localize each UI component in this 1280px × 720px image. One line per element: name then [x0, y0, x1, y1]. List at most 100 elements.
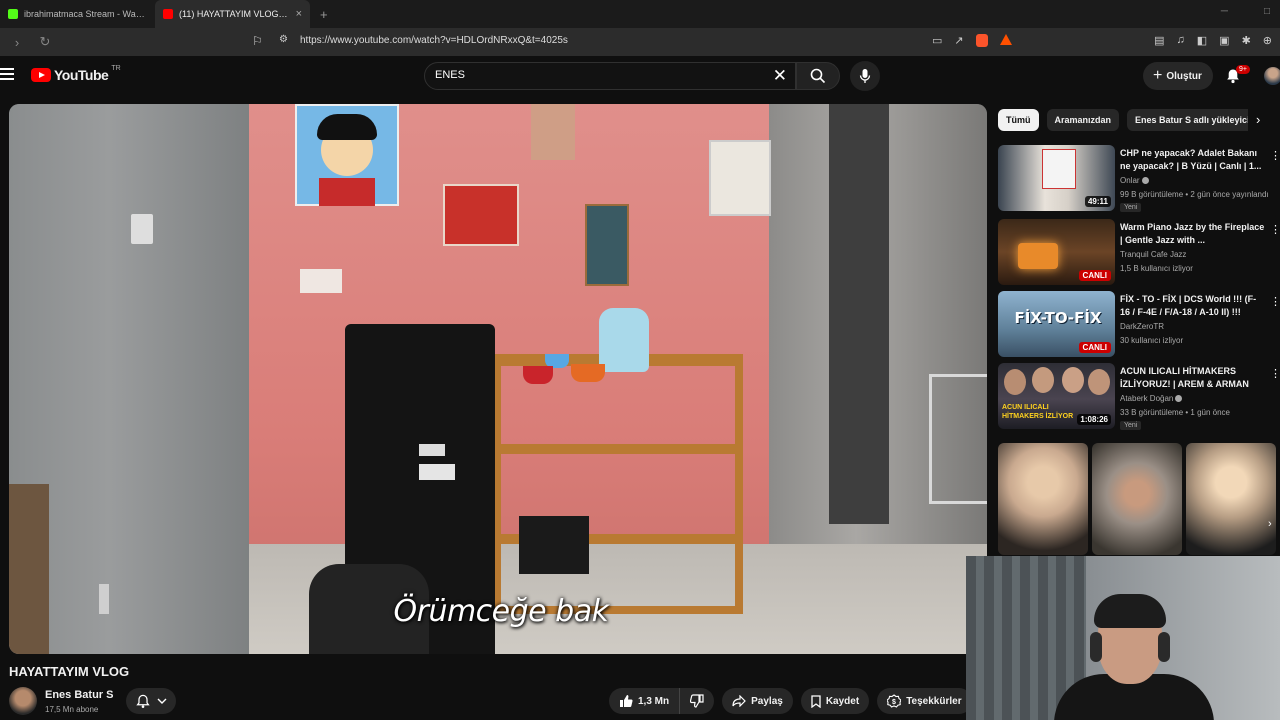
- svg-text:$: $: [892, 699, 896, 706]
- recommendation-channel[interactable]: Tranquil Cafe Jazz: [1120, 250, 1186, 259]
- chip-from-search[interactable]: Aramanızdan: [1046, 109, 1120, 131]
- media-icon[interactable]: ♫: [1177, 34, 1185, 47]
- youtube-favicon-icon: [163, 9, 173, 19]
- browser-tab-bar: ibrahimatmaca Stream - Watch L (11) HAYA…: [0, 0, 1280, 28]
- reload-icon[interactable]: ↻: [34, 34, 56, 50]
- extensions-icon[interactable]: ✱: [1242, 34, 1251, 47]
- new-tab-button[interactable]: +: [310, 7, 338, 22]
- voice-search-button[interactable]: [850, 61, 880, 91]
- recommendation-item[interactable]: ACUN ILICALI HİTMAKERS İZLİYOR 1:08:26 A…: [998, 363, 1280, 431]
- live-badge: CANLI: [1078, 342, 1111, 353]
- search-box[interactable]: ENES ✕: [424, 62, 796, 90]
- dislike-button[interactable]: [680, 688, 715, 714]
- brave-rewards-icon[interactable]: [999, 34, 1012, 45]
- recommendation-title[interactable]: ACUN ILICALI HİTMAKERS İZLİYORUZ! | AREM…: [1120, 365, 1266, 391]
- more-options-icon[interactable]: ⋮: [1270, 367, 1280, 380]
- recommendation-meta: 99 B görüntüleme • 2 gün önce yayınlandı: [1120, 190, 1269, 199]
- tab-title: (11) HAYATTAYIM VLOG - YouTub: [179, 9, 290, 19]
- video-subtitle: Örümceğe bak: [393, 594, 609, 629]
- chip-all[interactable]: Tümü: [998, 109, 1039, 131]
- thanks-button[interactable]: $ Teşekkürler: [877, 688, 972, 714]
- site-info-icon[interactable]: ⚙: [279, 34, 288, 45]
- clear-search-icon[interactable]: ✕: [773, 66, 787, 86]
- video-thumbnail[interactable]: 49:11: [998, 145, 1115, 211]
- live-badge: CANLI: [1078, 270, 1111, 281]
- video-duration: 1:08:26: [1077, 414, 1111, 425]
- share-page-icon[interactable]: ↗: [954, 34, 963, 47]
- more-options-icon[interactable]: ⋮: [1270, 223, 1280, 236]
- chip-from-uploader[interactable]: Enes Batur S adlı yükleyici: [1127, 109, 1248, 131]
- recommendation-channel[interactable]: Ataberk Doğan: [1120, 394, 1183, 403]
- hamburger-menu-icon[interactable]: [0, 68, 14, 83]
- video-frame-poster: [295, 104, 399, 206]
- create-button[interactable]: + Oluştur: [1143, 62, 1213, 90]
- video-thumbnail[interactable]: ACUN ILICALI HİTMAKERS İZLİYOR 1:08:26: [998, 363, 1115, 429]
- reader-mode-icon[interactable]: ▤: [1154, 34, 1164, 47]
- channel-name[interactable]: Enes Batur S: [45, 689, 113, 701]
- save-label: Kaydet: [825, 695, 860, 707]
- recommendation-item[interactable]: 49:11 CHP ne yapacak? Adalet Bakanı ne y…: [998, 145, 1280, 213]
- browser-tab-kick[interactable]: ibrahimatmaca Stream - Watch L: [0, 0, 155, 28]
- subscriber-count: 17,5 Mn abone: [45, 705, 99, 714]
- maximize-icon[interactable]: □: [1264, 6, 1270, 17]
- save-button[interactable]: Kaydet: [800, 688, 870, 714]
- like-button[interactable]: 1,3 Mn: [609, 688, 681, 714]
- browser-tab-youtube[interactable]: (11) HAYATTAYIM VLOG - YouTub ×: [155, 0, 310, 28]
- wallet-icon[interactable]: ▣: [1219, 34, 1229, 47]
- create-label: Oluştur: [1166, 70, 1202, 82]
- search-icon: [810, 68, 826, 84]
- bookmark-icon[interactable]: ⚐: [252, 34, 263, 48]
- search-button[interactable]: [796, 62, 840, 90]
- browser-address-bar: › ↻ ⚐ ⚙ https://www.youtube.com/watch?v=…: [0, 28, 1280, 56]
- streamer-webcam-overlay: [966, 556, 1280, 720]
- tab-title: ibrahimatmaca Stream - Watch L: [24, 9, 147, 19]
- more-options-icon[interactable]: ⋮: [1270, 295, 1280, 308]
- search-input[interactable]: ENES: [435, 69, 465, 81]
- close-tab-icon[interactable]: ×: [296, 8, 302, 20]
- chevron-right-icon[interactable]: ›: [1268, 518, 1272, 530]
- account-avatar[interactable]: [1264, 67, 1280, 85]
- recommendation-meta: 30 kullanıcı izliyor: [1120, 336, 1184, 345]
- share-label: Paylaş: [751, 695, 783, 707]
- subscription-notification-button[interactable]: [126, 688, 176, 714]
- thumbs-down-icon: [690, 694, 704, 708]
- youtube-logo[interactable]: YouTube TR: [31, 65, 121, 83]
- recommendation-title[interactable]: Warm Piano Jazz by the Fireplace | Gentl…: [1120, 221, 1266, 247]
- address-bar-actions: ▭ ↗: [932, 34, 1012, 47]
- video-frame-shelf: [493, 354, 743, 614]
- recommendation-item[interactable]: CANLI Warm Piano Jazz by the Fireplace |…: [998, 219, 1280, 287]
- short-thumbnail[interactable]: [998, 443, 1088, 555]
- verified-icon: [1141, 177, 1149, 185]
- brave-shields-icon[interactable]: [975, 34, 988, 47]
- url-field[interactable]: https://www.youtube.com/watch?v=HDLOrdNR…: [300, 35, 568, 46]
- new-badge: Yeni: [1120, 203, 1142, 212]
- recommendation-channel[interactable]: Onlar: [1120, 176, 1149, 185]
- recommendation-title[interactable]: CHP ne yapacak? Adalet Bakanı ne yapacak…: [1120, 147, 1266, 173]
- forward-icon[interactable]: ›: [6, 35, 28, 50]
- channel-avatar[interactable]: [9, 687, 37, 715]
- short-thumbnail[interactable]: [1186, 443, 1276, 555]
- video-player[interactable]: Örümceğe bak: [9, 104, 987, 654]
- youtube-header: YouTube TR ENES ✕ + Oluştur 9+: [0, 56, 1280, 96]
- thumbnail-text: ACUN ILICALI HİTMAKERS İZLİYOR: [1002, 404, 1074, 420]
- cast-icon[interactable]: ▭: [932, 34, 942, 47]
- channel-label: Ataberk Doğan: [1120, 394, 1174, 403]
- share-button[interactable]: Paylaş: [722, 688, 793, 714]
- recommendation-title[interactable]: FİX - TO - FİX | DCS World !!! (F-16 / F…: [1120, 293, 1266, 319]
- video-thumbnail[interactable]: CANLI: [998, 219, 1115, 285]
- recommendation-meta: 1,5 B kullanıcı izliyor: [1120, 264, 1193, 273]
- thumbs-up-icon: [620, 695, 633, 707]
- vpn-icon[interactable]: ⊕: [1263, 34, 1272, 47]
- short-thumbnail[interactable]: [1092, 443, 1182, 555]
- recommendation-channel[interactable]: DarkZeroTR: [1120, 322, 1164, 331]
- thumbnail-text: FİX-TO-FİX: [1014, 309, 1102, 327]
- bookmark-icon: [811, 694, 821, 708]
- sidebar-icon[interactable]: ◧: [1197, 34, 1207, 47]
- youtube-play-icon: [31, 68, 51, 82]
- more-options-icon[interactable]: ⋮: [1270, 149, 1280, 162]
- minimize-icon[interactable]: ─: [1221, 6, 1228, 17]
- chevron-right-icon[interactable]: ›: [1256, 112, 1260, 127]
- recommendation-item[interactable]: FİX-TO-FİX CANLI FİX - TO - FİX | DCS Wo…: [998, 291, 1280, 359]
- share-icon: [732, 695, 746, 707]
- video-thumbnail[interactable]: FİX-TO-FİX CANLI: [998, 291, 1115, 357]
